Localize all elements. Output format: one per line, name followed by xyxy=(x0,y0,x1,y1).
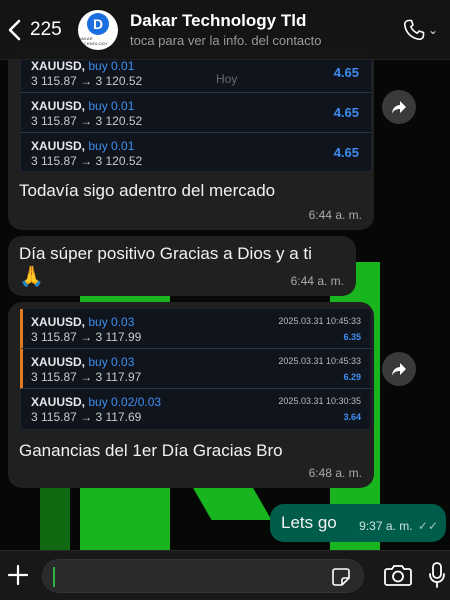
message-input[interactable] xyxy=(42,559,364,593)
outgoing-message-bubble[interactable]: Lets go 9:37 a. m. ✓✓ xyxy=(270,504,446,542)
trade-profit: 6.29 xyxy=(343,372,361,382)
trade-prices: 3 115.87 → 3 120.52 xyxy=(31,74,143,88)
date-chip: Hoy xyxy=(216,72,238,86)
trade-date: 2025.03.31 10:45:33 xyxy=(278,356,361,366)
message-time: 6:44 a. m. xyxy=(308,208,362,222)
trade-symbol: XAUUSD, buy 0.01 xyxy=(31,139,135,153)
chevron-down-icon: ⌄ xyxy=(428,22,439,37)
chevron-left-icon xyxy=(8,19,21,40)
message-bubble[interactable]: XAUUSD, buy 0.01 3 115.87 → 3 120.52 4.6… xyxy=(8,48,374,230)
trade-prices: 3 115.87 → 3 117.69 xyxy=(31,410,142,424)
message-text: Lets go xyxy=(281,513,337,532)
trade-symbol: XAUUSD, buy 0.01 xyxy=(31,99,135,113)
read-ticks-icon: ✓✓ xyxy=(417,519,438,533)
trade-profit: 3.64 xyxy=(343,412,361,422)
trade-prices: 3 115.87 → 3 117.99 xyxy=(31,330,142,344)
forward-arrow-icon xyxy=(392,101,406,114)
trade-row: XAUUSD, buy 0.02/0.03 3 115.87 → 3 117.6… xyxy=(21,389,371,429)
contact-subtitle: toca para ver la info. del contacto xyxy=(130,33,322,48)
text-caret xyxy=(53,567,55,587)
call-button[interactable]: ⌄ xyxy=(402,18,450,42)
avatar-logo-text: DAKAR TECHNOLOGY xyxy=(78,36,109,46)
trade-row: XAUUSD, buy 0.03 3 115.87 → 3 117.99 202… xyxy=(21,309,371,349)
plus-icon[interactable] xyxy=(6,561,30,589)
message-time: 6:44 a. m. xyxy=(290,274,344,288)
trade-date: 2025.03.31 10:30:35 xyxy=(278,396,361,406)
message-text: Día súper positivo Gracias a Dios y a ti xyxy=(19,244,312,263)
trade-symbol: XAUUSD, buy 0.01 xyxy=(31,59,135,73)
avatar[interactable]: D DAKAR TECHNOLOGY xyxy=(78,9,118,50)
forward-arrow-icon xyxy=(392,363,406,376)
contact-info[interactable]: Dakar Technology Tld toca para ver la in… xyxy=(130,11,402,48)
composer-bar xyxy=(0,550,450,600)
message-bubble[interactable]: XAUUSD, buy 0.03 3 115.87 → 3 117.99 202… xyxy=(8,302,374,488)
avatar-logo: D xyxy=(87,13,109,35)
back-button[interactable]: 225 xyxy=(6,19,70,41)
trade-prices: 3 115.87 → 3 120.52 xyxy=(31,114,143,128)
trade-card: XAUUSD, buy 0.01 3 115.87 → 3 120.52 4.6… xyxy=(20,52,372,172)
contact-name: Dakar Technology Tld xyxy=(130,11,307,30)
chat-header: 225 D DAKAR TECHNOLOGY Dakar Technology … xyxy=(0,0,450,60)
trade-profit: 4.65 xyxy=(333,65,359,80)
phone-icon xyxy=(403,19,425,40)
trade-profit: 6.35 xyxy=(343,332,361,342)
message-time: 9:37 a. m. ✓✓ xyxy=(359,519,438,533)
trade-symbol: XAUUSD, buy 0.03 xyxy=(31,315,135,329)
trade-row: XAUUSD, buy 0.03 3 115.87 → 3 117.97 202… xyxy=(21,349,371,389)
sticker-icon[interactable] xyxy=(331,567,351,587)
trade-symbol: XAUUSD, buy 0.03 xyxy=(31,355,135,369)
camera-icon[interactable] xyxy=(384,563,412,587)
trade-row: XAUUSD, buy 0.01 3 115.87 → 3 120.52 4.6… xyxy=(21,93,371,133)
trade-profit: 4.65 xyxy=(333,145,359,160)
trade-prices: 3 115.87 → 3 120.52 xyxy=(31,154,143,168)
forward-button[interactable] xyxy=(382,90,416,124)
trade-profit: 4.65 xyxy=(333,105,359,120)
trade-symbol: XAUUSD, buy 0.02/0.03 xyxy=(31,395,162,409)
pray-emoji: 🙏 xyxy=(19,266,44,288)
trade-prices: 3 115.87 → 3 117.97 xyxy=(31,370,142,384)
message-text: Todavía sigo adentro del mercado xyxy=(19,181,276,200)
trade-card: XAUUSD, buy 0.03 3 115.87 → 3 117.99 202… xyxy=(20,308,372,430)
message-text: Ganancias del 1er Día Gracias Bro xyxy=(19,441,283,460)
microphone-icon[interactable] xyxy=(428,561,446,589)
trade-row: XAUUSD, buy 0.01 3 115.87 → 3 120.52 4.6… xyxy=(21,133,371,173)
forward-button[interactable] xyxy=(382,352,416,386)
message-bubble[interactable]: Día súper positivo Gracias a Dios y a ti… xyxy=(8,236,356,296)
message-time: 6:48 a. m. xyxy=(308,466,362,480)
trade-date: 2025.03.31 10:45:33 xyxy=(278,316,361,326)
unread-count: 225 xyxy=(30,18,62,40)
